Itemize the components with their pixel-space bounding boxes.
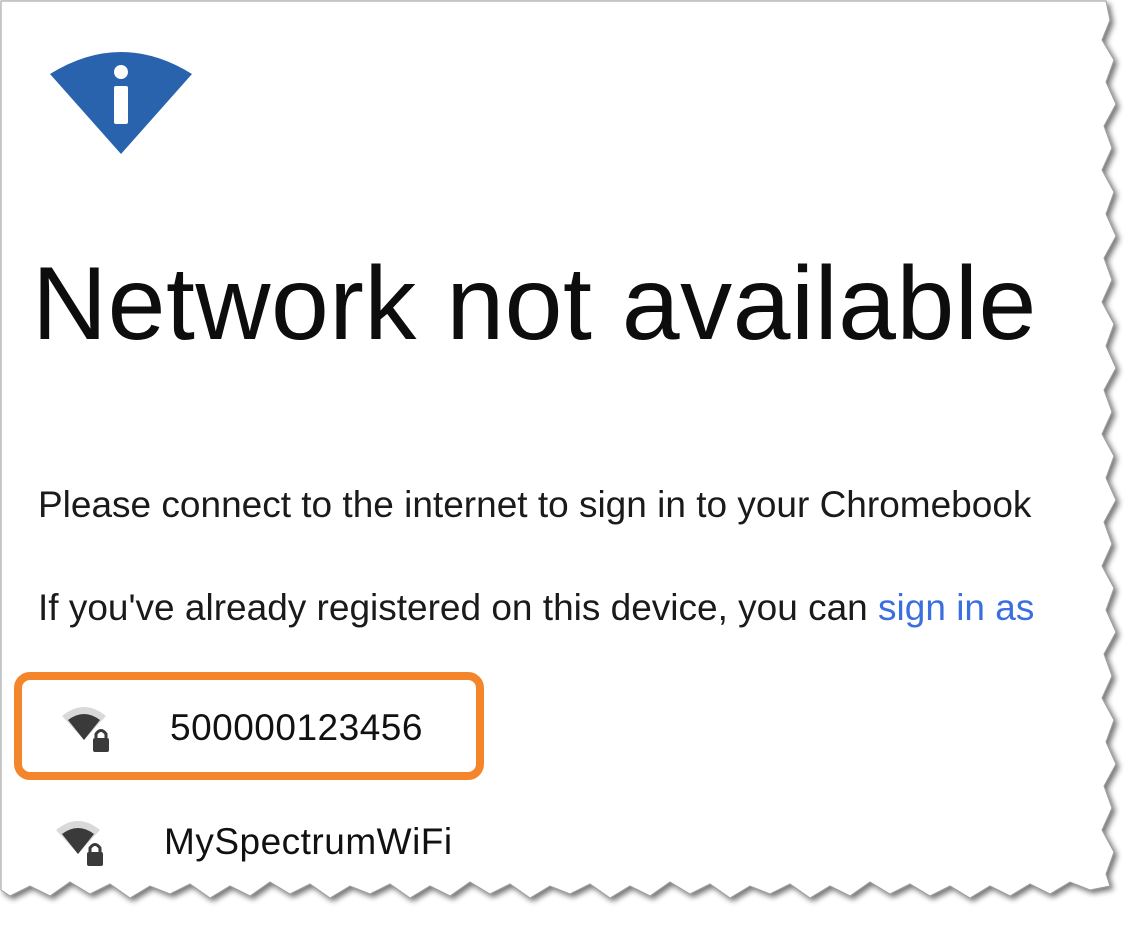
page-title: Network not available xyxy=(32,246,1037,362)
network-item-myspectrumwifi[interactable]: MySpectrumWiFi xyxy=(30,800,470,884)
network-name: 500000123456 xyxy=(170,707,423,748)
screenshot-page: Network not available Please connect to … xyxy=(0,0,1133,925)
sign-in-as-link[interactable]: sign in as xyxy=(878,587,1034,628)
network-info-icon xyxy=(50,52,192,154)
wifi-locked-icon xyxy=(62,707,109,752)
registered-message: If you've already registered on this dev… xyxy=(38,585,1034,631)
connect-message: Please connect to the internet to sign i… xyxy=(38,484,1032,525)
registered-message-text: If you've already registered on this dev… xyxy=(38,587,879,628)
wifi-locked-icon xyxy=(56,821,103,866)
network-name: MySpectrumWiFi xyxy=(164,821,453,862)
sign-in-screen: Network not available Please connect to … xyxy=(0,0,1133,925)
network-item-500000123456[interactable]: 500000123456 xyxy=(14,672,484,780)
